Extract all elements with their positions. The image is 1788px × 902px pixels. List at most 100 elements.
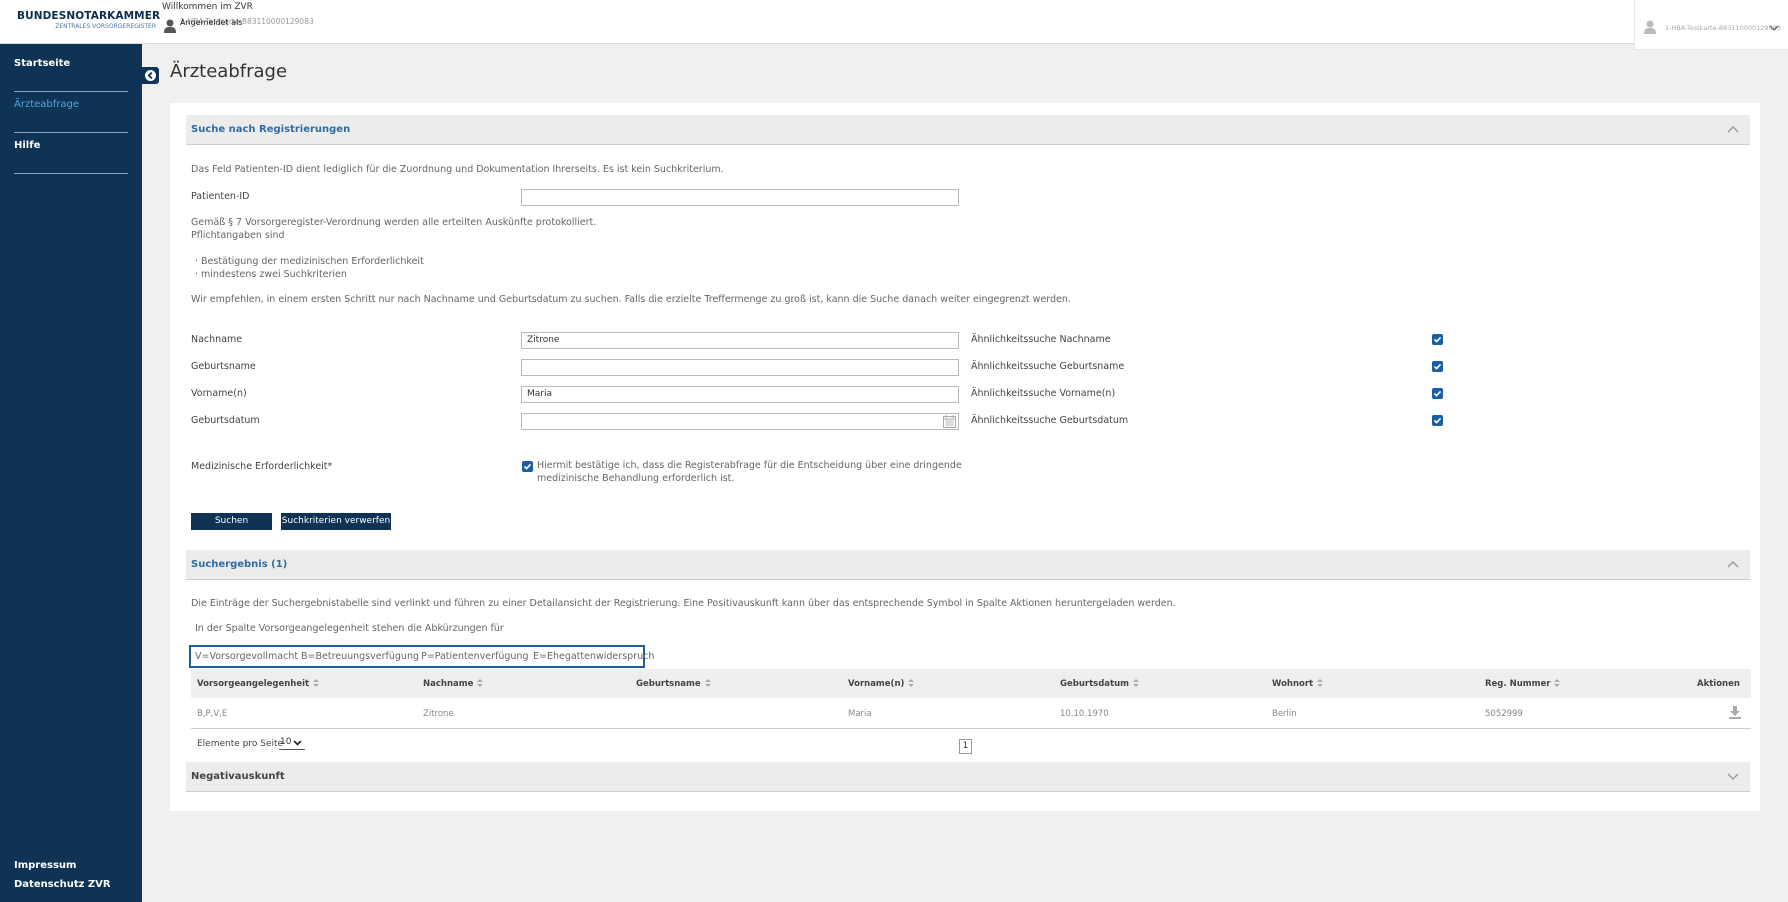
recommendation-text: Wir empfehlen, in einem ersten Schritt n…: [191, 294, 1071, 305]
legend-item: B=Betreuungsverfügung: [301, 651, 419, 662]
cell-vorname[interactable]: Maria: [848, 709, 872, 719]
per-page-label: Elemente pro Seite: [197, 739, 284, 749]
column-header-vorsorgeangelegenheit[interactable]: Vorsorgeangelegenheit: [197, 679, 320, 689]
sort-icon: [1317, 679, 1324, 687]
legend-item: E=Ehegattenwiderspruch: [533, 651, 655, 662]
welcome-text: Willkommen im ZVR: [162, 2, 253, 12]
similarity-geburtsname-checkbox[interactable]: [1432, 361, 1443, 372]
sort-icon: [704, 679, 711, 687]
calendar-icon[interactable]: [943, 415, 956, 428]
chevron-up-icon: [1727, 126, 1739, 133]
sort-icon: [1132, 679, 1139, 687]
results-info: Die Einträge der Suchergebnistabelle sin…: [191, 598, 1176, 609]
user-menu-text: 1-HBA-Testkarte-883110000129083: [1665, 24, 1781, 32]
results-table-header: Vorsorgeangelegenheit Nachname Geburtsna…: [191, 669, 1751, 698]
checkmark-icon: [523, 463, 532, 470]
results-section-title: Suchergebnis (1): [191, 559, 288, 570]
sidebar-item-aerzteabfrage[interactable]: Ärzteabfrage: [14, 99, 128, 133]
geburtsdatum-input[interactable]: [521, 413, 959, 430]
chevron-down-icon: [1727, 773, 1739, 780]
column-header-reg-nummer[interactable]: Reg. Nummer: [1485, 679, 1561, 689]
pagination-page[interactable]: 1: [959, 739, 972, 754]
checkmark-icon: [1433, 417, 1442, 424]
nachname-label: Nachname: [191, 334, 243, 345]
footer-link-datenschutz[interactable]: Datenschutz ZVR: [14, 879, 111, 890]
column-header-geburtsdatum[interactable]: Geburtsdatum: [1060, 679, 1139, 689]
column-header-aktionen: Aktionen: [1697, 679, 1740, 689]
per-page-select[interactable]: 10: [279, 736, 305, 750]
patient-id-intro: Das Feld Patienten-ID dient lediglich fü…: [191, 164, 724, 175]
protocol-note: Gemäß § 7 Vorsorgeregister-Verordnung we…: [191, 217, 597, 228]
main-content: Suche nach Registrierungen Das Feld Pati…: [170, 103, 1760, 811]
download-icon[interactable]: [1729, 706, 1741, 719]
required-title: Pflichtangaben sind: [191, 230, 285, 241]
search-section-title: Suche nach Registrierungen: [191, 124, 351, 135]
bnotk-logo[interactable]: BUNDESNOTARKAMMER ZENTRALES VORSORGEREGI…: [14, 10, 160, 30]
checkmark-icon: [1433, 390, 1442, 397]
sort-icon: [477, 679, 484, 687]
chevron-down-icon: [293, 740, 302, 746]
nachname-input[interactable]: Zitrone: [521, 332, 959, 349]
similarity-vorname-checkbox[interactable]: [1432, 388, 1443, 399]
results-section-header[interactable]: Suchergebnis (1): [186, 550, 1750, 580]
sort-icon: [313, 679, 320, 687]
abbreviation-legend: V=Vorsorgevollmacht B=Betreuungsverfügun…: [189, 645, 654, 668]
similarity-geburtsdatum-checkbox[interactable]: [1432, 415, 1443, 426]
cell-nachname[interactable]: Zitrone: [423, 709, 454, 719]
page-title: Ärzteabfrage: [170, 61, 288, 82]
sidebar-item-hilfe[interactable]: Hilfe: [14, 140, 128, 174]
cell-reg-nummer[interactable]: 5052999: [1485, 709, 1523, 719]
column-header-geburtsname[interactable]: Geburtsname: [636, 679, 711, 689]
table-row[interactable]: B,P,V,E Zitrone Maria 10.10.1970 Berlin …: [191, 698, 1751, 729]
negative-section-title: Negativauskunft: [191, 771, 285, 782]
required-item: · mindestens zwei Suchkriterien: [195, 269, 347, 280]
cell-wohnort[interactable]: Berlin: [1272, 709, 1297, 719]
cell-vorsorgeangelegenheit[interactable]: B,P,V,E: [197, 709, 227, 719]
similarity-nachname-checkbox[interactable]: [1432, 334, 1443, 345]
negative-section-header[interactable]: Negativauskunft: [186, 762, 1750, 792]
per-page-value: 10: [280, 737, 292, 747]
user-menu-icon: [1644, 20, 1656, 34]
chevron-left-circle-icon: [145, 70, 156, 81]
column-header-vorname[interactable]: Vorname(n): [848, 679, 915, 689]
search-button[interactable]: Suchen: [191, 513, 272, 530]
logo-subtitle: ZENTRALES VORSORGEREGISTER: [55, 23, 156, 30]
column-header-nachname[interactable]: Nachname: [423, 679, 484, 689]
checkmark-icon: [1433, 363, 1442, 370]
vorname-input[interactable]: Maria: [521, 386, 959, 403]
logo-title: BUNDESNOTARKAMMER: [17, 10, 161, 22]
user-icon: [164, 19, 176, 33]
cell-geburtsdatum[interactable]: 10.10.1970: [1060, 709, 1109, 719]
sidebar-item-startseite[interactable]: Startseite: [14, 58, 128, 92]
sort-icon: [908, 679, 915, 687]
logged-in-label: Angemeldet als: [180, 18, 243, 27]
chevron-up-icon: [1727, 561, 1739, 568]
legend-item: V=Vorsorgevollmacht: [195, 651, 299, 662]
geburtsname-input[interactable]: [521, 359, 959, 376]
sidebar: Startseite Ärzteabfrage Hilfe Impressum …: [0, 44, 142, 902]
medical-necessity-checkbox[interactable]: [522, 461, 533, 472]
geburtsname-label: Geburtsname: [191, 361, 256, 372]
footer-link-impressum[interactable]: Impressum: [14, 860, 76, 871]
vorname-label: Vorname(n): [191, 388, 247, 399]
chevron-down-icon: [1769, 25, 1779, 31]
user-menu[interactable]: 1-HBA-Testkarte-883110000129083: [1634, 0, 1788, 50]
medical-confirm-text: Hiermit bestätige ich, dass die Register…: [537, 460, 962, 471]
similarity-nachname-label: Ähnlichkeitssuche Nachname: [971, 334, 1111, 345]
search-section-header[interactable]: Suche nach Registrierungen: [186, 115, 1750, 145]
logged-in-info: Angemeldet als 1-HBA-Testkarte-883110000…: [164, 17, 314, 33]
abbreviation-intro: In der Spalte Vorsorgeangelegenheit steh…: [195, 623, 504, 634]
similarity-geburtsname-label: Ähnlichkeitssuche Geburtsname: [971, 361, 1125, 372]
geburtsdatum-label: Geburtsdatum: [191, 415, 260, 426]
legend-item: P=Patientenverfügung: [421, 651, 529, 662]
checkmark-icon: [1433, 336, 1442, 343]
reset-criteria-button[interactable]: Suchkriterien verwerfen: [281, 513, 391, 530]
app-header: BUNDESNOTARKAMMER ZENTRALES VORSORGEREGI…: [0, 0, 1788, 50]
required-item: · Bestätigung der medizinischen Erforder…: [195, 256, 424, 267]
sidebar-collapse-button[interactable]: [142, 67, 159, 84]
similarity-vorname-label: Ähnlichkeitssuche Vorname(n): [971, 388, 1116, 399]
column-header-wohnort[interactable]: Wohnort: [1272, 679, 1324, 689]
patient-id-input[interactable]: [521, 189, 959, 206]
similarity-geburtsdatum-label: Ähnlichkeitssuche Geburtsdatum: [971, 415, 1129, 426]
medical-confirm-text: medizinische Behandlung erforderlich ist…: [537, 473, 735, 484]
